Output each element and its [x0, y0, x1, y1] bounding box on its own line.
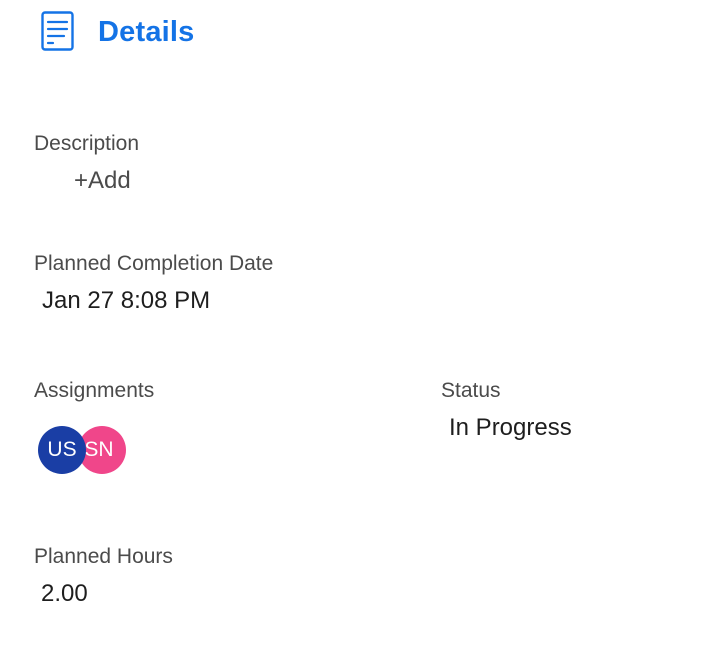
page-title: Details [98, 16, 195, 48]
document-icon [41, 11, 74, 51]
status-label: Status [441, 379, 501, 402]
details-header [40, 10, 76, 54]
status-value[interactable]: In Progress [449, 413, 572, 443]
avatar-us[interactable]: US [38, 426, 86, 474]
planned-hours-value[interactable]: 2.00 [41, 579, 88, 609]
add-description-button[interactable]: +Add [74, 166, 131, 196]
assignments-label: Assignments [34, 379, 155, 402]
planned-completion-date-label: Planned Completion Date [34, 252, 274, 275]
planned-hours-label: Planned Hours [34, 545, 173, 568]
assignee-avatars[interactable]: US SN [38, 426, 138, 474]
description-label: Description [34, 132, 140, 155]
planned-completion-date-value[interactable]: Jan 27 8:08 PM [42, 286, 210, 316]
